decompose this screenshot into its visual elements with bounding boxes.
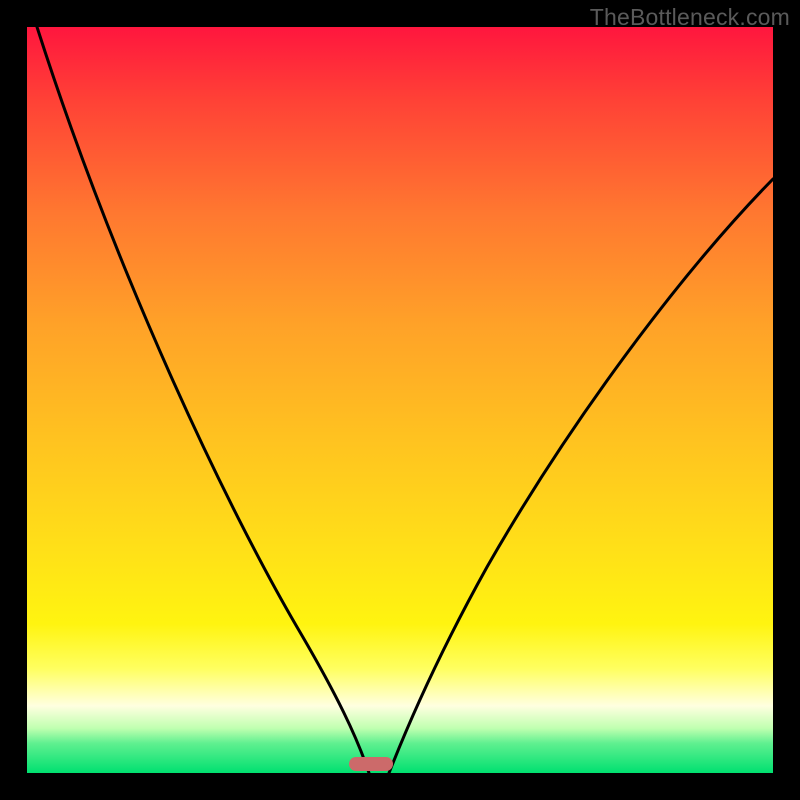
bottleneck-marker <box>349 757 393 771</box>
watermark-text: TheBottleneck.com <box>590 4 790 31</box>
left-curve <box>37 27 369 773</box>
bottleneck-curves <box>27 27 773 773</box>
chart-area <box>27 27 773 773</box>
right-curve <box>389 179 773 773</box>
